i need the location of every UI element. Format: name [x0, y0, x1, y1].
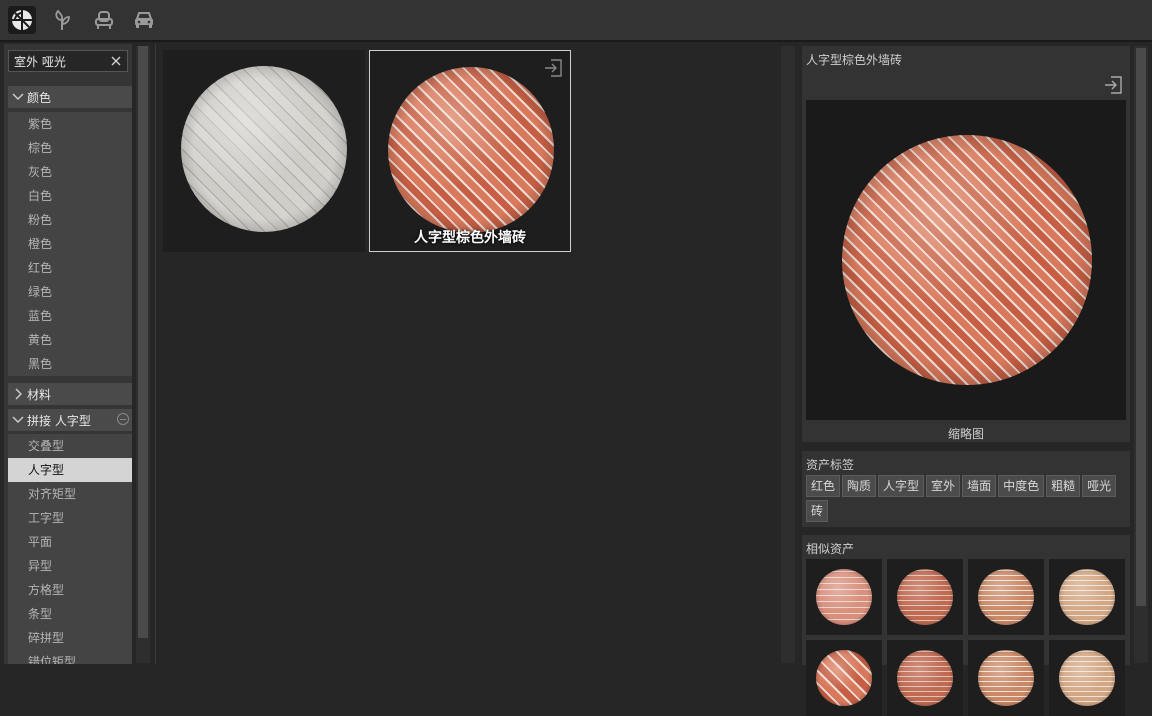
car-icon: [135, 12, 153, 28]
filter-panel: 颜色 紫色 棕色 灰色 白色 粉色 橙色 红色 绿色 蓝色 黄色 黑色 材料 拼…: [4, 44, 132, 664]
filter-item[interactable]: 粉色: [8, 208, 132, 232]
similar-asset-thumbnail: [978, 569, 1034, 625]
color-filter-list: 紫色 棕色 灰色 白色 粉色 橙色 红色 绿色 蓝色 黄色 黑色: [8, 112, 132, 376]
plants-tab-button[interactable]: [48, 6, 76, 34]
similar-asset-tile[interactable]: [968, 559, 1044, 635]
tag-chip[interactable]: 中度色: [998, 475, 1045, 497]
similar-assets-section: 相似资产: [802, 535, 1130, 716]
filter-item[interactable]: 平面: [8, 530, 132, 554]
asset-tile[interactable]: [163, 50, 365, 252]
filter-scrollbar[interactable]: [136, 46, 150, 663]
scrollbar-thumb[interactable]: [1136, 48, 1146, 606]
chevron-down-icon: [12, 93, 24, 100]
filter-item[interactable]: 红色: [8, 256, 132, 280]
preview-section: 人字型棕色外墙砖 缩略图: [802, 46, 1130, 442]
filter-item[interactable]: 棕色: [8, 136, 132, 160]
similar-asset-tile[interactable]: [968, 640, 1044, 716]
similar-asset-thumbnail: [897, 650, 953, 706]
clear-search-button[interactable]: [109, 52, 123, 70]
thumbnail-preview: [806, 100, 1126, 420]
tag-chip[interactable]: 人字型: [878, 475, 925, 497]
plant-icon: [55, 9, 70, 30]
filter-item[interactable]: 黑色: [8, 352, 132, 376]
tag-chip[interactable]: 墙面: [962, 475, 997, 497]
filter-item[interactable]: 灰色: [8, 160, 132, 184]
export-icon[interactable]: [1102, 74, 1124, 96]
preview-sphere: [842, 135, 1092, 385]
filter-item[interactable]: 条型: [8, 602, 132, 626]
export-icon[interactable]: [542, 57, 564, 79]
similar-asset-thumbnail: [1059, 650, 1115, 706]
detail-title: 人字型棕色外墙砖: [806, 53, 903, 67]
similar-asset-tile[interactable]: [1049, 640, 1125, 716]
filter-section-color[interactable]: 颜色: [8, 86, 132, 108]
tag-list: 红色 陶质 人字型 室外 墙面 中度色 粗糙 哑光砖: [806, 475, 1130, 525]
filter-item[interactable]: 橙色: [8, 232, 132, 256]
section-label: 拼接 人字型: [27, 413, 91, 428]
filter-item[interactable]: 交叠型: [8, 434, 132, 458]
clear-filter-icon[interactable]: [117, 413, 129, 425]
similar-asset-thumbnail: [897, 569, 953, 625]
chevron-down-icon: [12, 416, 24, 423]
thumbnail-label: 缩略图: [947, 427, 984, 441]
tag-chip[interactable]: 陶质: [842, 475, 877, 497]
tags-section: 资产标签 红色 陶质 人字型 室外 墙面 中度色 粗糙 哑光砖: [802, 451, 1130, 527]
similar-asset-tile[interactable]: [806, 559, 882, 635]
tags-title: 资产标签: [806, 458, 855, 472]
material-icon: [12, 10, 32, 30]
tag-chip[interactable]: 室外: [926, 475, 961, 497]
similar-asset-thumbnail: [978, 650, 1034, 706]
filter-item[interactable]: 错位矩型: [8, 650, 132, 664]
top-toolbar: [0, 0, 1152, 42]
filter-item[interactable]: 碎拼型: [8, 626, 132, 650]
asset-detail-panel: 人字型棕色外墙砖 缩略图 资产标签 红色 陶质 人字型 室外 墙面 中度色 粗糙 哑光砖 相似…: [800, 44, 1132, 716]
similar-asset-thumbnail: [816, 650, 872, 706]
filter-item[interactable]: 工字型: [8, 506, 132, 530]
filter-item-selected[interactable]: 人字型: [8, 458, 132, 482]
tag-chip[interactable]: 砖: [806, 500, 829, 522]
filter-item[interactable]: 异型: [8, 554, 132, 578]
filter-section-material[interactable]: 材料: [8, 383, 132, 405]
armchair-icon: [95, 11, 113, 29]
filter-item[interactable]: 黄色: [8, 328, 132, 352]
scrollbar-thumb[interactable]: [138, 46, 148, 638]
furniture-tab-button[interactable]: [90, 6, 118, 34]
similar-asset-thumbnail: [816, 569, 872, 625]
chevron-right-icon: [15, 388, 22, 400]
filter-item[interactable]: 方格型: [8, 578, 132, 602]
close-icon: [111, 56, 121, 66]
asset-grid: 人字型棕色外墙砖: [155, 44, 796, 664]
similar-asset-tile[interactable]: [887, 559, 963, 635]
search-box: [8, 50, 128, 72]
asset-thumbnail: [181, 66, 347, 232]
filter-section-pattern[interactable]: 拼接 人字型: [8, 409, 132, 431]
filter-item[interactable]: 紫色: [8, 112, 132, 136]
filter-item[interactable]: 蓝色: [8, 304, 132, 328]
filter-item[interactable]: 对齐矩型: [8, 482, 132, 506]
asset-thumbnail: [388, 67, 554, 233]
asset-tile-selected[interactable]: 人字型棕色外墙砖: [369, 50, 571, 252]
section-label: 颜色: [27, 90, 52, 105]
pattern-filter-list: 交叠型 人字型 对齐矩型 工字型 平面 异型 方格型 条型 碎拼型 错位矩型: [8, 434, 132, 664]
filter-item[interactable]: 绿色: [8, 280, 132, 304]
tag-chip[interactable]: 粗糙: [1046, 475, 1081, 497]
search-input[interactable]: [9, 51, 114, 71]
vehicles-tab-button[interactable]: [130, 6, 158, 34]
similar-asset-tile[interactable]: [806, 640, 882, 716]
filter-item[interactable]: 白色: [8, 184, 132, 208]
similar-asset-thumbnail: [1059, 569, 1115, 625]
tag-chip[interactable]: 哑光: [1082, 475, 1117, 497]
similar-asset-tile[interactable]: [887, 640, 963, 716]
asset-name: 人字型棕色外墙砖: [414, 230, 526, 246]
tag-chip[interactable]: 红色: [806, 475, 841, 497]
section-label: 材料: [27, 387, 52, 402]
materials-tab-button[interactable]: [8, 6, 36, 34]
grid-scrollbar[interactable]: [781, 46, 795, 663]
similar-title: 相似资产: [806, 542, 855, 556]
similar-asset-tile[interactable]: [1049, 559, 1125, 635]
detail-scrollbar[interactable]: [1134, 46, 1148, 663]
